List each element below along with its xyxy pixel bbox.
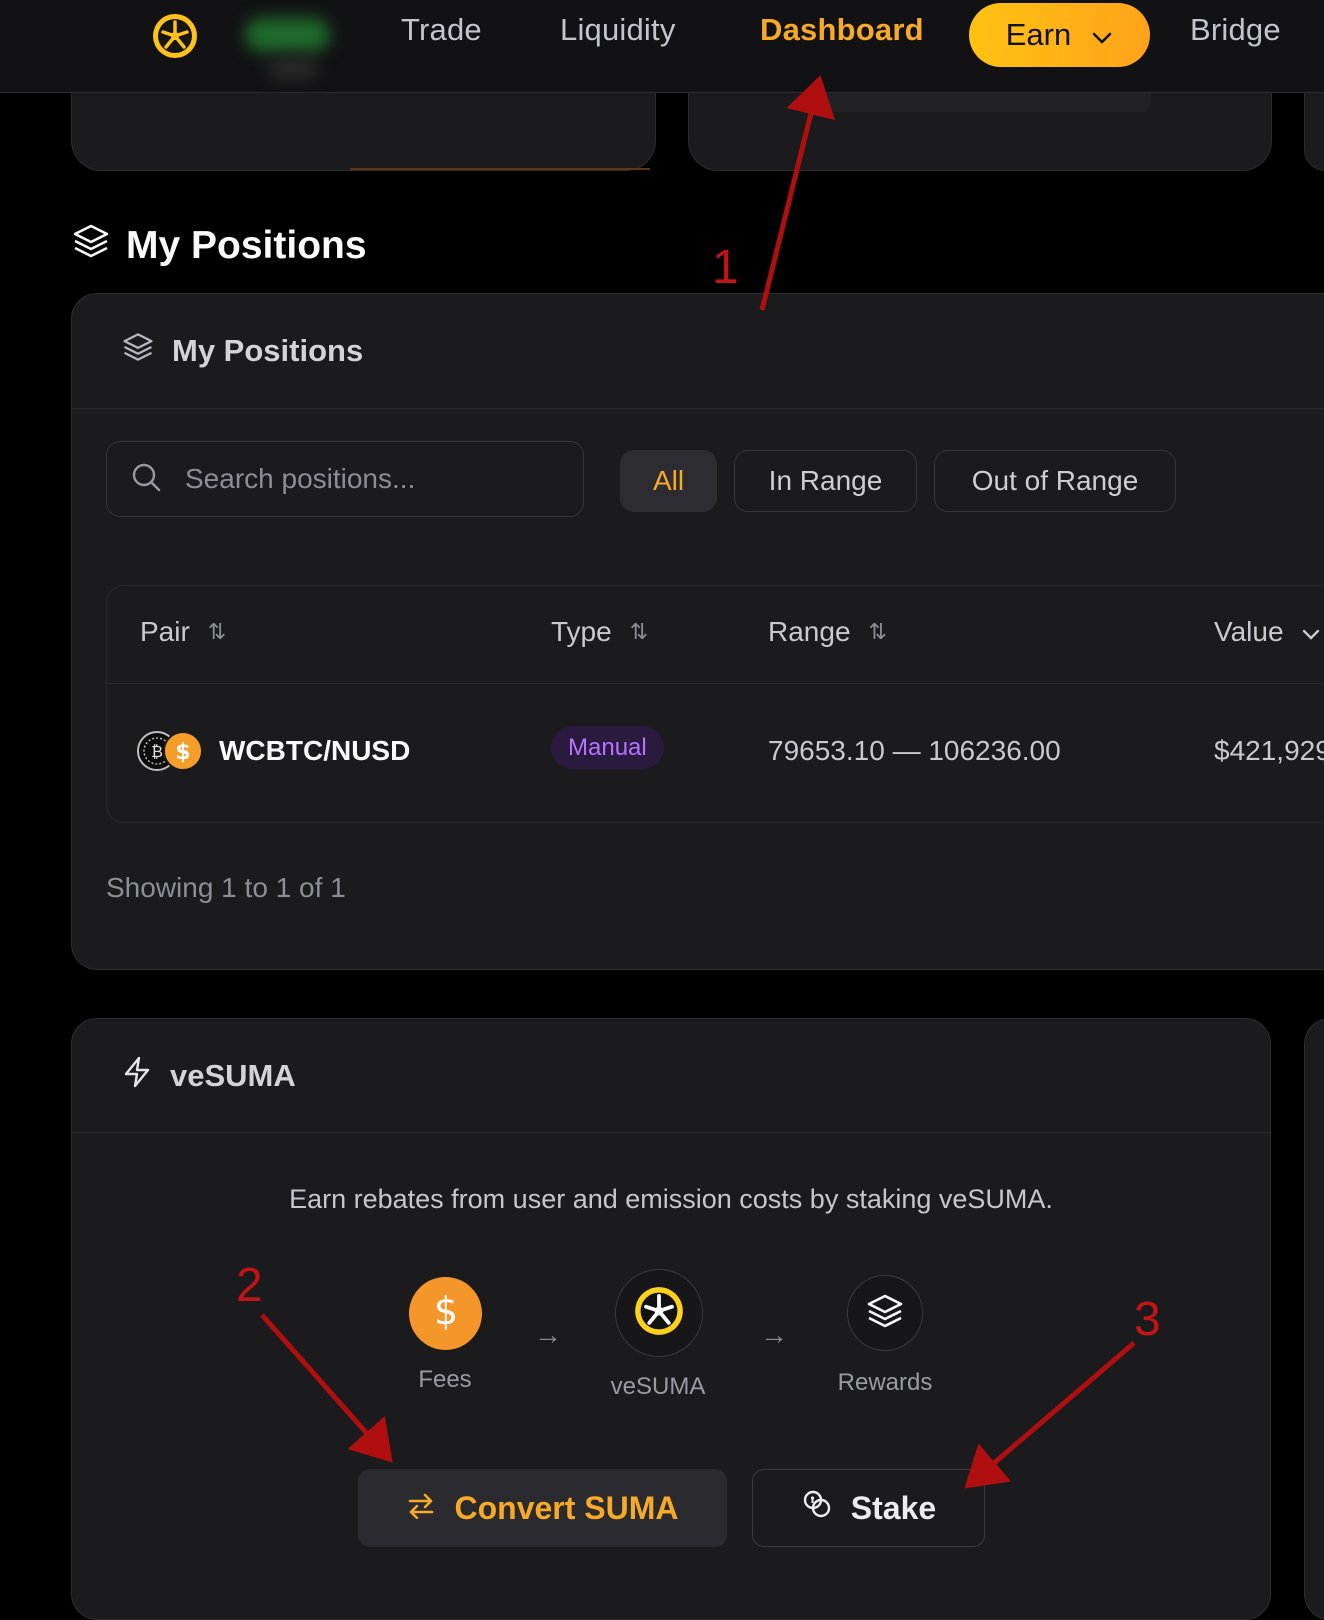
- vesuma-circle: [615, 1269, 703, 1357]
- column-pair-label: Pair: [140, 616, 190, 647]
- sort-icon: ⇅: [629, 619, 649, 644]
- nav-bridge[interactable]: Bridge: [1190, 12, 1281, 48]
- flow-label-vesuma: veSUMA: [610, 1373, 706, 1400]
- search-icon: [131, 462, 161, 497]
- rewards-circle: [847, 1275, 923, 1351]
- vesuma-description: Earn rebates from user and emission cost…: [289, 1184, 1053, 1214]
- summary-bar: [815, 92, 1151, 112]
- page-title-text: My Positions: [126, 224, 367, 267]
- swap-icon: [406, 1490, 436, 1527]
- earn-label: Earn: [1005, 17, 1072, 52]
- positions-card: My Positions All In Range Out of Range P…: [71, 293, 1324, 970]
- vesuma-card: veSUMA Earn rebates from user and emissi…: [71, 1018, 1271, 1620]
- table-row[interactable]: ₿ $ WCBTC/NUSD Manual 79653.10 — 106236.…: [107, 683, 1324, 822]
- vesuma-card-title: veSUMA: [170, 1057, 296, 1093]
- svg-text:$: $: [433, 1290, 457, 1332]
- sort-icon: ⇅: [868, 619, 887, 644]
- type-badge: Manual: [551, 726, 664, 769]
- top-navigation: Trade Liquidity Dashboard Earn Bridge: [0, 0, 1324, 93]
- type-badge-label: Manual: [551, 726, 664, 769]
- pair-token-icons: ₿ $: [137, 731, 207, 771]
- arrow-right-icon: →: [760, 1319, 788, 1350]
- nav-trade[interactable]: Trade: [401, 12, 482, 48]
- arrow-right-icon: →: [534, 1319, 562, 1350]
- column-type-label: Type: [551, 616, 612, 647]
- layers-icon: [122, 331, 154, 371]
- column-value-label: Value: [1214, 616, 1284, 647]
- flow-label-rewards: Rewards: [837, 1369, 933, 1396]
- column-pair[interactable]: Pair ⇅: [140, 616, 226, 648]
- chevron-down-icon: [1091, 17, 1113, 53]
- earn-dropdown-button[interactable]: Earn: [969, 3, 1150, 67]
- dollar-icon: $: [163, 731, 203, 776]
- svg-text:₿: ₿: [151, 742, 163, 761]
- annotation-number-2: 2: [236, 1259, 263, 1312]
- column-range-label: Range: [768, 616, 851, 647]
- filter-all[interactable]: All: [620, 450, 717, 512]
- page-title: My Positions: [72, 222, 367, 270]
- vesuma-card-header: veSUMA: [72, 1019, 1270, 1133]
- search-input[interactable]: [183, 462, 567, 496]
- range-value: 79653.10 — 106236.00: [768, 735, 1061, 766]
- svg-text:$: $: [175, 740, 190, 765]
- suma-logo-icon: [633, 1285, 685, 1342]
- fees-circle: $: [409, 1277, 482, 1350]
- blurred-badge: [245, 18, 330, 52]
- positions-table: Pair ⇅ Type ⇅ Range ⇅ Value ₿ $ WCBTC/NU…: [106, 585, 1324, 823]
- search-box[interactable]: [106, 441, 584, 517]
- bolt-icon: [122, 1056, 152, 1096]
- column-value[interactable]: Value: [1214, 616, 1320, 648]
- column-type[interactable]: Type ⇅: [551, 616, 648, 648]
- pair-name: WCBTC/NUSD: [219, 735, 411, 766]
- convert-suma-label: Convert SUMA: [454, 1489, 679, 1526]
- stake-label: Stake: [850, 1489, 937, 1526]
- flow-label-fees: Fees: [418, 1366, 472, 1393]
- pagination-info: Showing 1 to 1 of 1: [106, 872, 346, 903]
- annotation-number-3: 3: [1134, 1293, 1161, 1346]
- nav-liquidity[interactable]: Liquidity: [560, 12, 676, 48]
- sort-icon: ⇅: [207, 619, 227, 644]
- table-header: Pair ⇅ Type ⇅ Range ⇅ Value: [107, 586, 1324, 684]
- convert-suma-button[interactable]: Convert SUMA: [358, 1469, 727, 1547]
- blurred-badge: [268, 58, 318, 80]
- stake-button[interactable]: Stake: [752, 1469, 985, 1547]
- nav-dashboard[interactable]: Dashboard: [760, 12, 924, 48]
- column-range[interactable]: Range ⇅: [768, 616, 887, 648]
- positions-card-title: My Positions: [172, 333, 364, 368]
- dollar-icon: $: [428, 1289, 464, 1337]
- position-value: $421,929: [1214, 735, 1324, 766]
- layers-icon: [72, 222, 110, 270]
- layers-icon: [866, 1292, 904, 1335]
- annotation-number-1: 1: [712, 241, 739, 294]
- card-accent-line: [350, 168, 650, 170]
- suma-logo-icon[interactable]: [151, 12, 199, 60]
- side-card: [1304, 1018, 1324, 1620]
- filter-out-of-range[interactable]: Out of Range: [934, 450, 1176, 512]
- coins-icon: [801, 1488, 833, 1528]
- positions-card-header: My Positions: [72, 294, 1324, 409]
- filter-in-range[interactable]: In Range: [734, 450, 917, 512]
- chevron-down-icon: [1302, 616, 1320, 648]
